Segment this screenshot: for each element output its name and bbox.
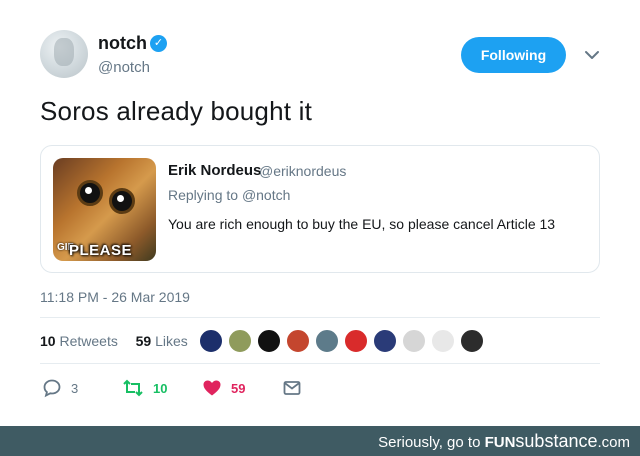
- likes-label: Likes: [155, 333, 188, 349]
- retweets-stat[interactable]: 10 Retweets: [40, 333, 118, 349]
- likers-avatars: [199, 329, 489, 353]
- replying-to-mention[interactable]: @notch: [242, 187, 290, 203]
- author-handle[interactable]: @notch: [98, 59, 150, 76]
- liker-avatar[interactable]: [257, 329, 281, 353]
- avatar[interactable]: [40, 30, 88, 78]
- reply-count: 3: [71, 380, 79, 396]
- watermark-brand-main: FUN: [484, 434, 516, 451]
- retweets-count: 10: [40, 333, 56, 349]
- envelope-icon: [283, 381, 301, 395]
- divider: [40, 363, 600, 364]
- heart-icon: [203, 380, 221, 396]
- cat-eye-right: [109, 188, 135, 214]
- reply-icon: [43, 379, 61, 398]
- watermark-brand-sub: substance: [515, 431, 598, 451]
- like-count: 59: [231, 380, 246, 396]
- reply-action[interactable]: 3: [42, 378, 78, 398]
- liker-avatar[interactable]: [199, 329, 223, 353]
- divider: [40, 317, 600, 318]
- tweet-actions: 3 10 59: [42, 378, 342, 402]
- replying-to: Replying to @notch: [168, 187, 290, 203]
- tweet-stats: 10 Retweets 59 Likes: [40, 333, 188, 349]
- gif-caption: PLEASE: [69, 242, 133, 259]
- retweet-action[interactable]: 10: [122, 378, 167, 398]
- quoted-author-handle[interactable]: @eriknordeus: [259, 163, 346, 179]
- liker-avatar[interactable]: [373, 329, 397, 353]
- retweet-icon: [123, 379, 143, 397]
- replying-to-label: Replying to: [168, 187, 239, 203]
- liker-avatar[interactable]: [431, 329, 455, 353]
- watermark-banner: Seriously, go to FUNsubstance.com: [0, 426, 640, 456]
- verified-badge-icon: ✓: [150, 35, 167, 52]
- direct-message-action[interactable]: [282, 378, 302, 398]
- watermark-text[interactable]: Seriously, go to FUNsubstance.com: [378, 431, 630, 452]
- tweet-card: notch ✓ @notch Following Soros already b…: [0, 0, 640, 425]
- following-button[interactable]: Following: [461, 37, 566, 73]
- quoted-author-name[interactable]: Erik Nordeus: [168, 162, 261, 179]
- tweet-text: Soros already bought it: [40, 96, 312, 126]
- author-name[interactable]: notch: [98, 33, 147, 54]
- liker-avatar[interactable]: [402, 329, 426, 353]
- tweet-timestamp[interactable]: 11:18 PM - 26 Mar 2019: [40, 289, 190, 305]
- liker-avatar[interactable]: [228, 329, 252, 353]
- like-action[interactable]: 59: [202, 378, 245, 398]
- watermark-brand-tld: .com: [597, 434, 630, 451]
- liker-avatar[interactable]: [460, 329, 484, 353]
- retweet-count: 10: [153, 380, 168, 396]
- retweets-label: Retweets: [59, 333, 118, 349]
- liker-avatar[interactable]: [286, 329, 310, 353]
- quoted-tweet-text: You are rich enough to buy the EU, so pl…: [168, 216, 556, 232]
- quoted-tweet-gif[interactable]: GIF PLEASE: [53, 158, 156, 261]
- quoted-tweet[interactable]: GIF PLEASE Erik Nordeus @eriknordeus Rep…: [40, 145, 600, 273]
- likes-count: 59: [135, 333, 152, 349]
- chevron-down-icon[interactable]: [583, 46, 601, 64]
- watermark-prefix: Seriously, go to: [378, 434, 481, 451]
- liker-avatar[interactable]: [315, 329, 339, 353]
- likes-stat[interactable]: 59 Likes: [136, 333, 188, 349]
- liker-avatar[interactable]: [344, 329, 368, 353]
- cat-eye-left: [77, 180, 103, 206]
